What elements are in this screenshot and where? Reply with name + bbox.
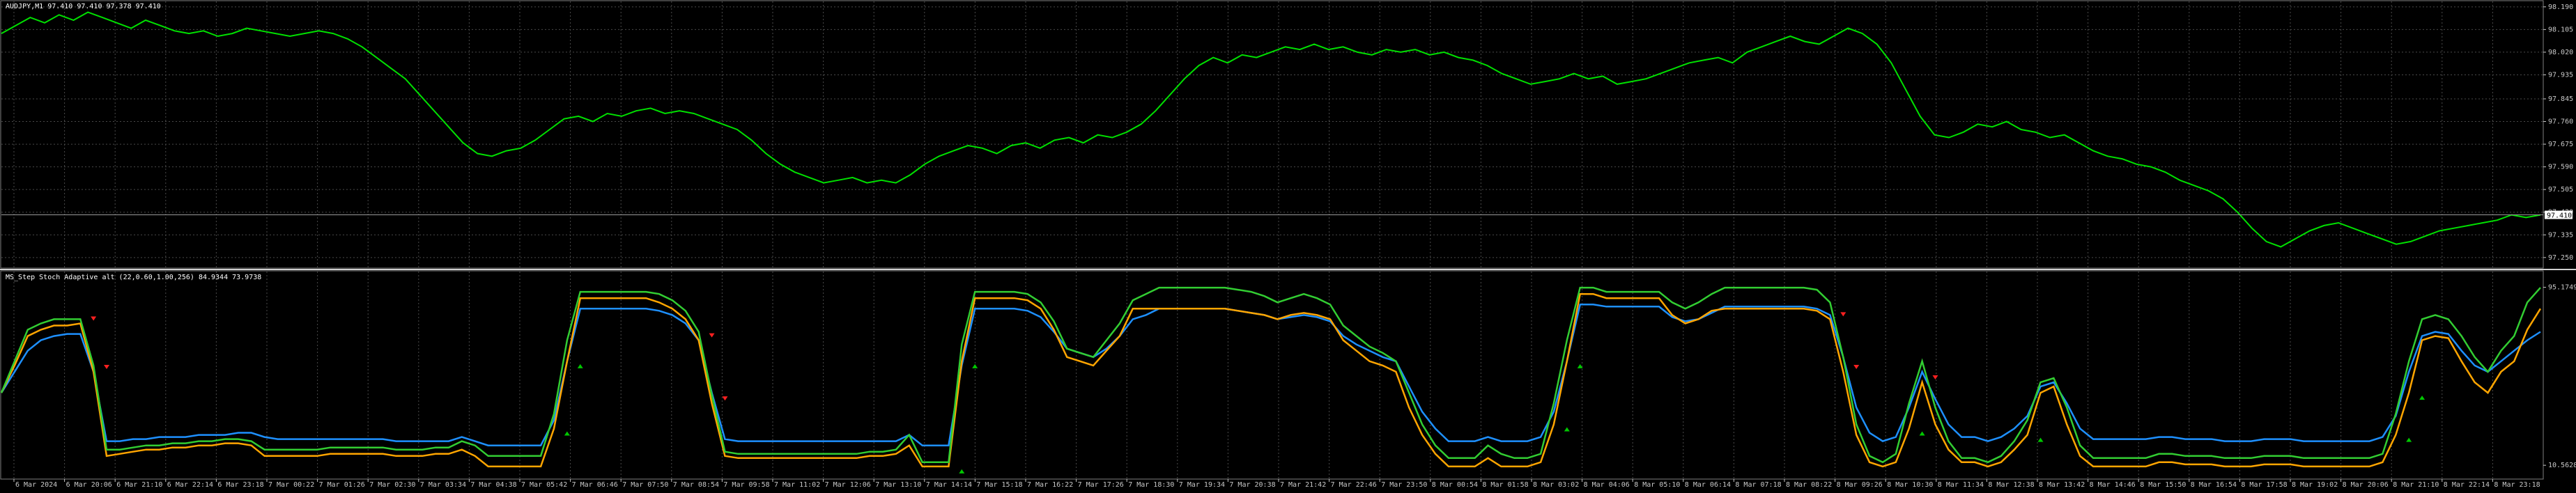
x-tick-label: 7 Mar 06:46 (572, 481, 618, 489)
x-tick-label: 6 Mar 2024 (15, 481, 57, 489)
x-tick-label: 7 Mar 16:22 (1027, 481, 1073, 489)
buy-signal-arrow-icon (577, 363, 583, 368)
x-tick-label: 6 Mar 23:18 (217, 481, 263, 489)
stoch-blue-line (0, 304, 2541, 446)
indicator-y-tick-label: 95.1749 (2548, 284, 2576, 292)
price-pane-frame (0, 0, 2544, 269)
x-tick-label: 7 Mar 04:38 (470, 481, 516, 489)
x-tick-label: 7 Mar 12:06 (825, 481, 871, 489)
x-tick-label: 8 Mar 12:38 (1988, 481, 2034, 489)
price-y-tick-label: 98.105 (2548, 26, 2573, 33)
x-tick-label: 7 Mar 09:58 (723, 481, 769, 489)
x-tick-label: 7 Mar 14:14 (926, 481, 972, 489)
buy-signal-arrow-icon (2037, 437, 2044, 442)
x-tick-label: 6 Mar 22:14 (167, 481, 213, 489)
x-tick-label: 6 Mar 20:06 (66, 481, 112, 489)
x-tick-label: 8 Mar 07:18 (1735, 481, 1781, 489)
x-tick-label: 8 Mar 20:06 (2343, 481, 2389, 489)
x-tick-label: 8 Mar 00:54 (1432, 481, 1478, 489)
x-tick-label: 8 Mar 22:14 (2444, 481, 2490, 489)
chart-root: 98.190 98.105 98.020 97.935 97.845 97.760 97.6… (0, 0, 2576, 490)
price-y-tick-label: 97.335 (2548, 231, 2573, 239)
x-tick-label: 7 Mar 05:42 (521, 481, 567, 489)
sell-signal-arrow-icon (1840, 312, 1846, 317)
sell-signal-arrow-icon (1853, 364, 1860, 369)
x-tick-label: 8 Mar 23:18 (2494, 481, 2540, 489)
x-tick-label: 8 Mar 14:46 (2090, 481, 2136, 489)
x-tick-label: 8 Mar 21:10 (2393, 481, 2439, 489)
x-tick-label: 7 Mar 21:42 (1280, 481, 1326, 489)
price-y-tick-label: 97.935 (2548, 71, 2573, 79)
x-tick-label: 8 Mar 08:22 (1786, 481, 1832, 489)
buy-signal-arrow-icon (564, 431, 570, 436)
x-tick-label: 8 Mar 16:54 (2191, 481, 2237, 489)
sell-signal-arrow-icon (722, 396, 728, 401)
buy-signal-arrow-icon (1919, 431, 1925, 436)
x-tick-label: 7 Mar 22:46 (1331, 481, 1377, 489)
x-tick-label: 8 Mar 03:02 (1533, 481, 1579, 489)
indicator-title: MS_Step Stoch Adaptive alt (22,0.60,1.00… (6, 274, 262, 281)
buy-signal-arrow-icon (972, 363, 978, 368)
x-tick-label: 7 Mar 02:30 (369, 481, 415, 489)
x-tick-label: 7 Mar 23:50 (1381, 481, 1427, 489)
x-tick-label: 7 Mar 07:50 (622, 481, 668, 489)
current-price-label: 97.410 (2547, 212, 2572, 220)
x-tick-label: 8 Mar 09:26 (1837, 481, 1883, 489)
x-tick-label: 8 Mar 06:14 (1685, 481, 1731, 489)
price-y-tick-label: 97.250 (2548, 254, 2573, 262)
price-y-tick-label: 98.020 (2548, 49, 2573, 56)
x-tick-label: 8 Mar 10:30 (1887, 481, 1933, 489)
x-tick-label: 8 Mar 04:06 (1584, 481, 1630, 489)
sell-signal-arrow-icon (709, 333, 715, 338)
sell-signal-arrow-icon (1932, 375, 1938, 380)
x-tick-label: 7 Mar 19:34 (1179, 481, 1225, 489)
indicator-y-tick-label: 10.5628 (2548, 462, 2576, 469)
x-tick-label: 6 Mar 21:10 (116, 481, 162, 489)
x-tick-label: 7 Mar 11:02 (774, 481, 820, 489)
price-y-tick-label: 97.675 (2548, 141, 2573, 148)
x-tick-label: 7 Mar 15:18 (976, 481, 1022, 489)
price-line (1, 11, 2541, 248)
x-tick-label: 7 Mar 18:30 (1128, 481, 1174, 489)
x-tick-label: 8 Mar 15:50 (2140, 481, 2186, 489)
buy-signal-arrow-icon (2406, 437, 2412, 442)
buy-signal-arrow-icon (2419, 396, 2425, 400)
x-tick-label: 7 Mar 00:22 (268, 481, 314, 489)
price-y-tick-label: 98.190 (2548, 3, 2573, 11)
buy-signal-arrow-icon (959, 469, 965, 474)
price-y-tick-label: 97.845 (2548, 95, 2573, 103)
x-tick-label: 8 Mar 13:42 (2039, 481, 2085, 489)
x-tick-label: 8 Mar 05:10 (1634, 481, 1680, 489)
x-tick-label: 8 Mar 19:02 (2292, 481, 2338, 489)
x-tick-label: 8 Mar 01:58 (1482, 481, 1528, 489)
buy-signal-arrow-icon (1564, 427, 1570, 432)
x-tick-label: 7 Mar 17:26 (1078, 481, 1124, 489)
price-y-tick-label: 97.505 (2548, 186, 2573, 194)
x-tick-label: 7 Mar 08:54 (673, 481, 719, 489)
sell-signal-arrow-icon (104, 364, 110, 369)
x-tick-label: 8 Mar 17:58 (2241, 481, 2287, 489)
x-tick-label: 7 Mar 20:38 (1229, 481, 1275, 489)
chart-svg: 98.190 98.105 98.020 97.935 97.845 97.760 97.6… (0, 0, 2576, 489)
x-tick-label: 7 Mar 03:34 (420, 481, 466, 489)
price-y-tick-label: 97.590 (2548, 164, 2573, 171)
x-tick-label: 8 Mar 11:34 (1938, 481, 1984, 489)
price-chart-title: AUDJPY,M1 97.410 97.410 97.378 97.410 (6, 3, 161, 10)
stoch-green-line (0, 286, 2541, 464)
price-y-tick-label: 97.760 (2548, 118, 2573, 126)
x-tick-label: 7 Mar 13:10 (875, 481, 921, 489)
x-tick-label: 7 Mar 01:26 (319, 481, 365, 489)
sell-signal-arrow-icon (91, 316, 97, 321)
stoch-orange-line (0, 292, 2542, 468)
